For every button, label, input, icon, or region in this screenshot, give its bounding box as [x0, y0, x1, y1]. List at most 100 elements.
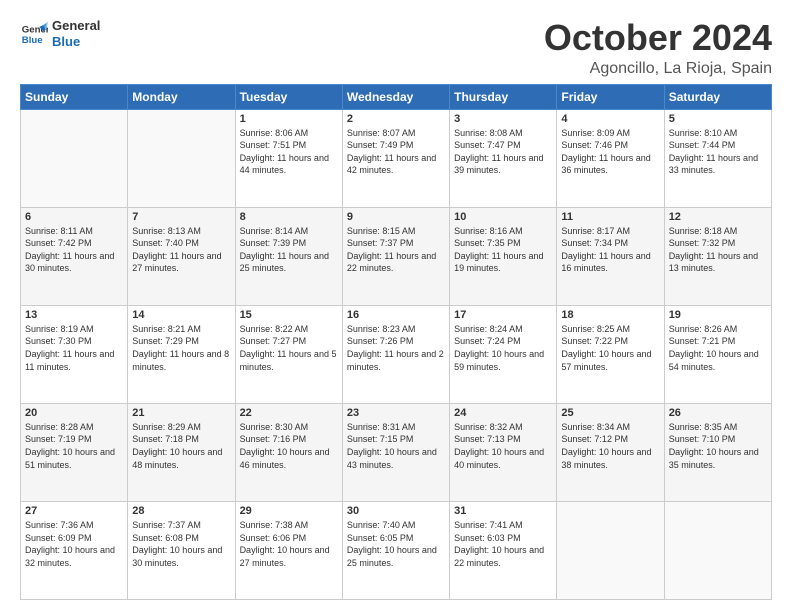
day-info: Sunrise: 8:22 AMSunset: 7:27 PMDaylight:…: [240, 323, 338, 373]
day-info: Sunrise: 7:38 AMSunset: 6:06 PMDaylight:…: [240, 519, 338, 569]
day-info: Sunrise: 8:32 AMSunset: 7:13 PMDaylight:…: [454, 421, 552, 471]
day-info: Sunrise: 8:28 AMSunset: 7:19 PMDaylight:…: [25, 421, 123, 471]
day-number: 11: [561, 211, 659, 223]
day-info: Sunrise: 8:14 AMSunset: 7:39 PMDaylight:…: [240, 225, 338, 275]
day-info: Sunrise: 8:24 AMSunset: 7:24 PMDaylight:…: [454, 323, 552, 373]
svg-text:Blue: Blue: [22, 34, 43, 45]
calendar-cell-w3-d1: 13Sunrise: 8:19 AMSunset: 7:30 PMDayligh…: [21, 305, 128, 403]
calendar-cell-w5-d4: 30 Sunrise: 7:40 AMSunset: 6:05 PMDayligh…: [342, 501, 449, 599]
day-info: Sunrise: 8:17 AMSunset: 7:34 PMDaylight:…: [561, 225, 659, 275]
calendar-cell-w1-d7: 5 Sunrise: 8:10 AMSunset: 7:44 PMDaylight…: [664, 109, 771, 207]
calendar-cell-w2-d7: 12Sunrise: 8:18 AMSunset: 7:32 PMDayligh…: [664, 207, 771, 305]
logo-icon: General Blue: [20, 20, 48, 48]
day-number: 24: [454, 407, 552, 419]
col-saturday: Saturday: [664, 84, 771, 109]
day-info: Sunrise: 7:40 AMSunset: 6:05 PMDaylight:…: [347, 519, 445, 569]
calendar-week-1: 1 Sunrise: 8:06 AMSunset: 7:51 PMDaylight…: [21, 109, 772, 207]
calendar-cell-w2-d6: 11 Sunrise: 8:17 AMSunset: 7:34 PMDayligh…: [557, 207, 664, 305]
calendar-cell-w4-d1: 20 Sunrise: 8:28 AMSunset: 7:19 PMDayligh…: [21, 403, 128, 501]
col-tuesday: Tuesday: [235, 84, 342, 109]
day-info: Sunrise: 8:26 AMSunset: 7:21 PMDaylight:…: [669, 323, 767, 373]
day-info: Sunrise: 8:06 AMSunset: 7:51 PMDaylight:…: [240, 127, 338, 177]
calendar-cell-w3-d6: 18Sunrise: 8:25 AMSunset: 7:22 PMDayligh…: [557, 305, 664, 403]
day-info: Sunrise: 8:16 AMSunset: 7:35 PMDaylight:…: [454, 225, 552, 275]
day-number: 10: [454, 211, 552, 223]
calendar-cell-w2-d1: 6 Sunrise: 8:11 AMSunset: 7:42 PMDaylight…: [21, 207, 128, 305]
calendar-cell-w5-d1: 27 Sunrise: 7:36 AMSunset: 6:09 PMDayligh…: [21, 501, 128, 599]
day-info: Sunrise: 8:11 AMSunset: 7:42 PMDaylight:…: [25, 225, 123, 275]
day-number: 18: [561, 309, 659, 321]
day-info: Sunrise: 7:41 AMSunset: 6:03 PMDaylight:…: [454, 519, 552, 569]
calendar-cell-w4-d6: 25Sunrise: 8:34 AMSunset: 7:12 PMDayligh…: [557, 403, 664, 501]
day-number: 19: [669, 309, 767, 321]
day-number: 14: [132, 309, 230, 321]
day-number: 30: [347, 505, 445, 517]
col-thursday: Thursday: [450, 84, 557, 109]
col-monday: Monday: [128, 84, 235, 109]
day-number: 2: [347, 113, 445, 125]
day-number: 26: [669, 407, 767, 419]
calendar-cell-w1-d3: 1 Sunrise: 8:06 AMSunset: 7:51 PMDaylight…: [235, 109, 342, 207]
day-number: 13: [25, 309, 123, 321]
day-number: 17: [454, 309, 552, 321]
col-sunday: Sunday: [21, 84, 128, 109]
calendar-cell-w4-d5: 24 Sunrise: 8:32 AMSunset: 7:13 PMDayligh…: [450, 403, 557, 501]
day-number: 23: [347, 407, 445, 419]
day-number: 25: [561, 407, 659, 419]
day-info: Sunrise: 8:09 AMSunset: 7:46 PMDaylight:…: [561, 127, 659, 177]
day-number: 27: [25, 505, 123, 517]
logo-text-general: General: [52, 18, 100, 34]
day-info: Sunrise: 8:35 AMSunset: 7:10 PMDaylight:…: [669, 421, 767, 471]
day-number: 1: [240, 113, 338, 125]
calendar-header-row: Sunday Monday Tuesday Wednesday Thursday…: [21, 84, 772, 109]
location-subtitle: Agoncillo, La Rioja, Spain: [544, 60, 772, 78]
calendar-cell-w3-d7: 19 Sunrise: 8:26 AMSunset: 7:21 PMDayligh…: [664, 305, 771, 403]
calendar-week-3: 13Sunrise: 8:19 AMSunset: 7:30 PMDayligh…: [21, 305, 772, 403]
calendar-cell-w2-d3: 8 Sunrise: 8:14 AMSunset: 7:39 PMDaylight…: [235, 207, 342, 305]
calendar-cell-w4-d4: 23 Sunrise: 8:31 AMSunset: 7:15 PMDayligh…: [342, 403, 449, 501]
day-info: Sunrise: 7:36 AMSunset: 6:09 PMDaylight:…: [25, 519, 123, 569]
calendar-cell-w5-d3: 29 Sunrise: 7:38 AMSunset: 6:06 PMDayligh…: [235, 501, 342, 599]
logo: General Blue General Blue: [20, 18, 100, 49]
day-number: 12: [669, 211, 767, 223]
day-number: 3: [454, 113, 552, 125]
calendar-cell-w4-d3: 22Sunrise: 8:30 AMSunset: 7:16 PMDayligh…: [235, 403, 342, 501]
day-info: Sunrise: 8:10 AMSunset: 7:44 PMDaylight:…: [669, 127, 767, 177]
calendar-cell-w1-d2: [128, 109, 235, 207]
calendar-cell-w4-d7: 26 Sunrise: 8:35 AMSunset: 7:10 PMDayligh…: [664, 403, 771, 501]
day-info: Sunrise: 8:30 AMSunset: 7:16 PMDaylight:…: [240, 421, 338, 471]
day-number: 15: [240, 309, 338, 321]
day-info: Sunrise: 8:13 AMSunset: 7:40 PMDaylight:…: [132, 225, 230, 275]
calendar-cell-w3-d3: 15 Sunrise: 8:22 AMSunset: 7:27 PMDayligh…: [235, 305, 342, 403]
day-info: Sunrise: 8:15 AMSunset: 7:37 PMDaylight:…: [347, 225, 445, 275]
calendar-cell-w5-d6: [557, 501, 664, 599]
calendar-cell-w5-d5: 31 Sunrise: 7:41 AMSunset: 6:03 PMDayligh…: [450, 501, 557, 599]
calendar-week-2: 6 Sunrise: 8:11 AMSunset: 7:42 PMDaylight…: [21, 207, 772, 305]
calendar-cell-w5-d7: [664, 501, 771, 599]
day-info: Sunrise: 8:08 AMSunset: 7:47 PMDaylight:…: [454, 127, 552, 177]
month-title: October 2024: [544, 18, 772, 58]
calendar-cell-w1-d6: 4Sunrise: 8:09 AMSunset: 7:46 PMDaylight…: [557, 109, 664, 207]
day-info: Sunrise: 8:31 AMSunset: 7:15 PMDaylight:…: [347, 421, 445, 471]
col-friday: Friday: [557, 84, 664, 109]
day-info: Sunrise: 8:07 AMSunset: 7:49 PMDaylight:…: [347, 127, 445, 177]
day-number: 9: [347, 211, 445, 223]
day-number: 6: [25, 211, 123, 223]
day-number: 29: [240, 505, 338, 517]
day-number: 16: [347, 309, 445, 321]
day-number: 28: [132, 505, 230, 517]
calendar-cell-w1-d4: 2 Sunrise: 8:07 AMSunset: 7:49 PMDaylight…: [342, 109, 449, 207]
day-number: 5: [669, 113, 767, 125]
day-number: 20: [25, 407, 123, 419]
day-info: Sunrise: 7:37 AMSunset: 6:08 PMDaylight:…: [132, 519, 230, 569]
calendar-cell-w2-d2: 7Sunrise: 8:13 AMSunset: 7:40 PMDaylight…: [128, 207, 235, 305]
day-number: 8: [240, 211, 338, 223]
calendar-cell-w1-d1: [21, 109, 128, 207]
day-info: Sunrise: 8:29 AMSunset: 7:18 PMDaylight:…: [132, 421, 230, 471]
day-number: 21: [132, 407, 230, 419]
title-block: October 2024 Agoncillo, La Rioja, Spain: [544, 18, 772, 78]
page-header: General Blue General Blue October 2024 A…: [20, 18, 772, 78]
calendar-table: Sunday Monday Tuesday Wednesday Thursday…: [20, 84, 772, 600]
calendar-cell-w2-d5: 10 Sunrise: 8:16 AMSunset: 7:35 PMDayligh…: [450, 207, 557, 305]
day-number: 31: [454, 505, 552, 517]
